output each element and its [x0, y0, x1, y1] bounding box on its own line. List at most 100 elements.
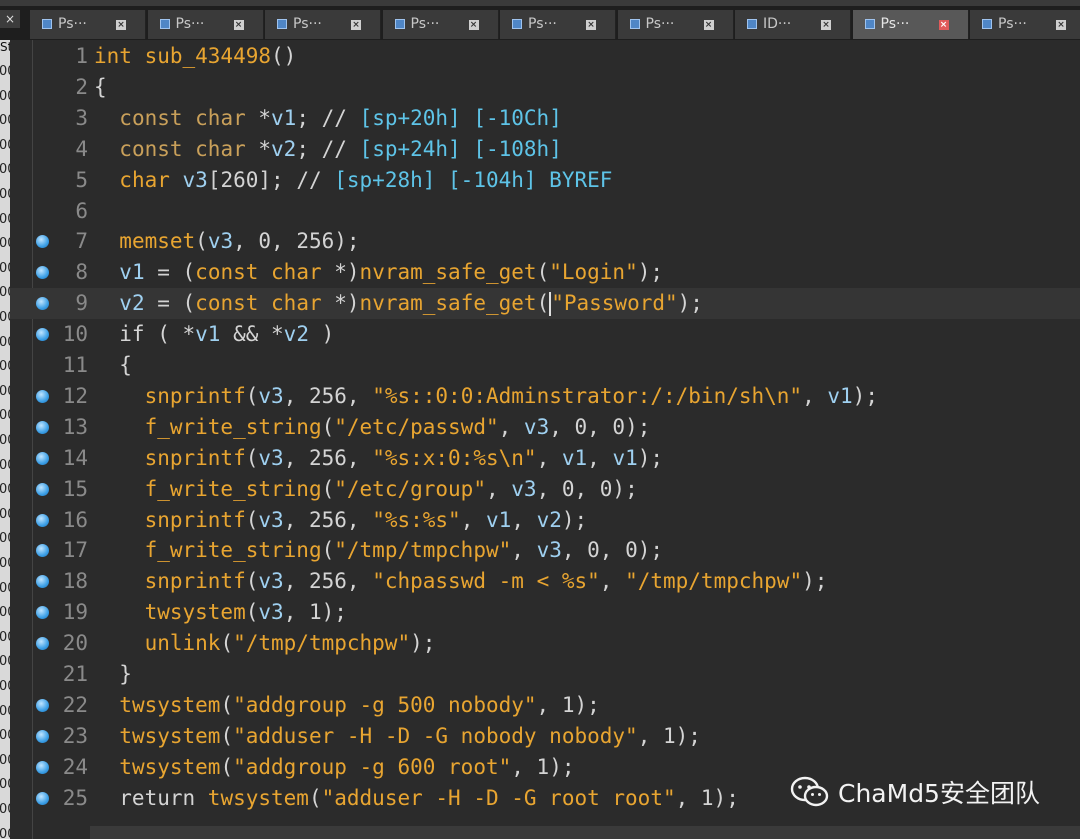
breakpoint-dot-icon[interactable] [36, 637, 49, 651]
code-line[interactable]: 5 char v3[260]; // [sp+28h] [-104h] BYRE… [10, 165, 1080, 196]
line-number: 25 [62, 785, 88, 810]
breakpoint-dot-icon[interactable] [36, 513, 49, 527]
document-icon [747, 19, 757, 29]
code-line[interactable]: 1 int sub_434498() [10, 41, 1080, 72]
code-token: v3 [536, 538, 562, 563]
close-icon[interactable]: × [586, 20, 596, 30]
watermark: ChaMd5安全团队 [790, 770, 1040, 814]
close-icon[interactable]: × [351, 20, 361, 30]
tab-pseudocode-6[interactable]: ID··· × [735, 10, 851, 39]
code-line[interactable]: 16 snprintf(v3, 256, "%s:%s", v1, v2); [10, 505, 1080, 536]
code-line[interactable]: 22 twsystem("addgroup -g 500 nobody", 1)… [10, 690, 1080, 721]
code-token: f_write_string [144, 476, 322, 501]
tab-pseudocode-2[interactable]: Ps··· × [265, 10, 381, 39]
code-token: ); [802, 569, 828, 594]
breakpoint-dot-icon[interactable] [36, 420, 49, 434]
code-line[interactable]: 12 snprintf(v3, 256, "%s::0:0:Adminstrat… [10, 381, 1080, 412]
left-pane-row: 00 [0, 457, 10, 473]
left-pane-row: 00 [0, 556, 10, 571]
breakpoint-dot-icon[interactable] [36, 328, 49, 342]
code-line[interactable]: 20 unlink("/tmp/tmpchpw"); [10, 628, 1080, 659]
code-line[interactable]: 23 twsystem("adduser -H -D -G nobody nob… [10, 721, 1080, 752]
breakpoint-dot-icon[interactable] [36, 544, 49, 558]
code-line[interactable]: 6 [10, 196, 1080, 227]
pseudocode-editor[interactable]: 1 int sub_434498() 2{3 const char *v1; // … [10, 40, 1080, 839]
breakpoint-dot-icon[interactable] [36, 791, 49, 805]
tab-pseudocode-4[interactable]: Ps··· × [500, 10, 616, 39]
tab-pseudocode-0[interactable]: Ps··· × [30, 10, 146, 39]
code-line[interactable]: 15 f_write_string("/etc/group", v3, 0, 0… [10, 474, 1080, 505]
close-icon[interactable]: × [1056, 20, 1066, 30]
tab-pseudocode-1[interactable]: Ps··· × [147, 10, 264, 39]
close-icon[interactable]: × [938, 20, 949, 30]
code-token: v3 [258, 445, 284, 470]
close-icon[interactable]: × [116, 20, 126, 30]
code-line[interactable]: 19 twsystem(v3, 1); [10, 597, 1080, 628]
horizontal-scrollbar[interactable] [90, 826, 1080, 839]
code-token: * [258, 136, 272, 161]
breakpoint-dot-icon[interactable] [36, 698, 49, 712]
code-line[interactable]: 14 snprintf(v3, 256, "%s:x:0:%s\n", v1, … [10, 443, 1080, 474]
code-line[interactable]: 10 if ( *v1 && *v2 ) [10, 319, 1080, 350]
code-token: , [802, 383, 828, 408]
left-pane-row: 00 [0, 88, 10, 104]
close-icon[interactable]: × [821, 20, 831, 30]
line-number: 19 [62, 600, 88, 625]
breakpoint-dot-icon[interactable] [36, 297, 49, 311]
breakpoint-dot-icon[interactable] [36, 606, 49, 620]
left-pane-row: 00 [0, 383, 10, 399]
code-text: snprintf(v3, 256, "%s::0:0:Adminstrator:… [94, 381, 878, 412]
tab-pseudocode-7[interactable]: Ps··· × [852, 10, 969, 39]
breakpoint-dot-icon[interactable] [36, 760, 49, 774]
code-line[interactable]: 3 const char *v1; // [sp+20h] [-10Ch] [10, 103, 1080, 134]
close-icon[interactable]: × [703, 20, 714, 30]
code-token: v3 [207, 229, 234, 254]
close-icon[interactable]: × [233, 20, 244, 30]
code-token: [sp+20h] [-10Ch] [359, 105, 562, 130]
left-pane-row: 00 [0, 64, 10, 79]
breakpoint-dot-icon[interactable] [36, 451, 49, 465]
code-token: , 0, 0); [536, 476, 638, 501]
code-line[interactable]: 21 } [10, 659, 1080, 690]
code-line[interactable]: 4 const char *v2; // [sp+24h] [-108h] [10, 134, 1080, 165]
close-icon[interactable]: × [468, 20, 479, 30]
code-line[interactable]: 18 snprintf(v3, 256, "chpasswd -m < %s",… [10, 566, 1080, 597]
breakpoint-dot-icon[interactable] [36, 729, 49, 743]
code-token: ( [245, 445, 259, 470]
code-token: ); [852, 383, 878, 408]
line-number: 4 [75, 136, 88, 161]
code-line[interactable]: 11 { [10, 350, 1080, 381]
tab-pseudocode-8[interactable]: Ps··· × [970, 10, 1080, 39]
code-line[interactable]: 17 f_write_string("/tmp/tmpchpw", v3, 0,… [10, 535, 1080, 566]
line-number: 14 [62, 445, 88, 470]
code-line[interactable]: 13 f_write_string("/etc/passwd", v3, 0, … [10, 412, 1080, 443]
breakpoint-dot-icon[interactable] [36, 482, 49, 496]
code-token: v3 [182, 167, 208, 192]
code-token: [sp+24h] [-108h] [359, 136, 562, 161]
left-pane-row: 00 [0, 728, 10, 744]
code-token: v2 [119, 291, 145, 316]
code-token: , [498, 414, 524, 439]
code-line[interactable]: 8 v1 = (const char *)nvram_safe_get("Log… [10, 257, 1080, 288]
code-token: return [94, 785, 208, 810]
breakpoint-dot-icon[interactable] [36, 575, 49, 589]
code-token: = ( [144, 291, 196, 316]
code-token: v1 [827, 383, 853, 408]
breakpoint-dot-icon[interactable] [36, 266, 49, 280]
tab-label: Ps··· [645, 16, 675, 32]
close-pane-button[interactable]: × [0, 10, 20, 28]
left-pane-row: 00 [0, 826, 10, 839]
code-line[interactable]: 7 memset(v3, 0, 256); [10, 226, 1080, 257]
code-text: v2 = (const char *)nvram_safe_get("Passw… [94, 288, 703, 319]
code-line[interactable]: 2{ [10, 72, 1080, 103]
code-text: f_write_string("/etc/group", v3, 0, 0); [94, 474, 638, 505]
code-line[interactable]: 9 v2 = (const char *)nvram_safe_get("Pas… [10, 288, 1080, 320]
breakpoint-dot-icon[interactable] [36, 389, 49, 403]
tab-pseudocode-5[interactable]: Ps··· × [617, 10, 734, 39]
code-text: snprintf(v3, 256, "%s:%s", v1, v2); [94, 505, 588, 536]
tab-pseudocode-3[interactable]: Ps··· × [382, 10, 499, 39]
breakpoint-dot-icon[interactable] [36, 235, 49, 249]
